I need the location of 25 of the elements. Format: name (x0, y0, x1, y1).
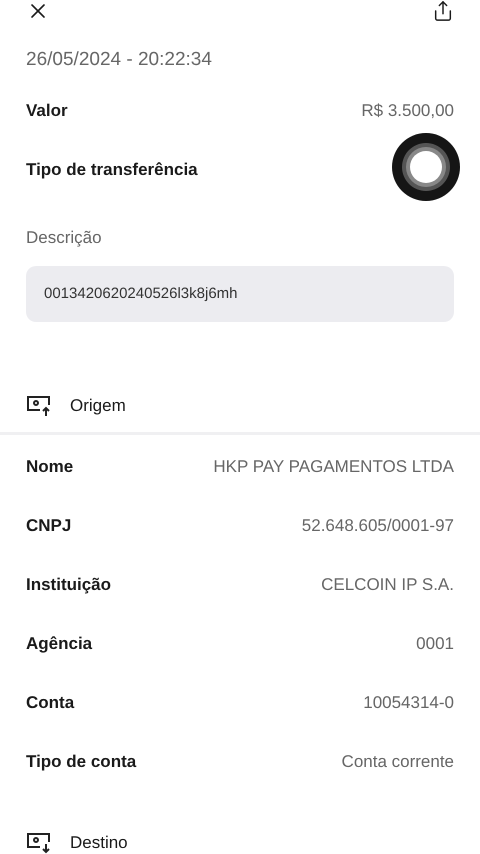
description-field: 0013420620240526l3k8j6mh (26, 266, 454, 322)
field-label: Nome (26, 456, 74, 478)
field-value: 52.648.605/0001-97 (302, 514, 454, 537)
description-label: Descrição (26, 226, 103, 249)
section-title: Origem (70, 395, 126, 418)
field-value: HKP PAY PAGAMENTOS LTDA (213, 456, 454, 478)
field-value: 10054314-0 (363, 692, 454, 714)
screen-arrow-down-icon (26, 832, 52, 854)
field-label: CNPJ (26, 514, 72, 537)
share-button[interactable] (432, 0, 454, 22)
field-label: Agência (26, 632, 92, 655)
field-value: Conta corrente (342, 750, 454, 773)
section-title: Destino (70, 832, 128, 854)
field-value: 0001 (416, 632, 454, 655)
field-label: Valor (26, 100, 68, 122)
field-label: Tipo de conta (26, 750, 136, 773)
transaction-datetime: 26/05/2024 - 20:22:34 (26, 48, 213, 72)
screen-arrow-up-icon (26, 395, 52, 417)
field-label: Instituição (26, 574, 112, 596)
loading-spinner-icon (392, 133, 460, 201)
share-icon (432, 0, 454, 22)
field-value: CELCOIN IP S.A. (321, 574, 454, 596)
field-label: Tipo de transferência (26, 159, 198, 182)
field-label: Conta (26, 692, 74, 714)
field-value: R$ 3.500,00 (361, 100, 454, 122)
